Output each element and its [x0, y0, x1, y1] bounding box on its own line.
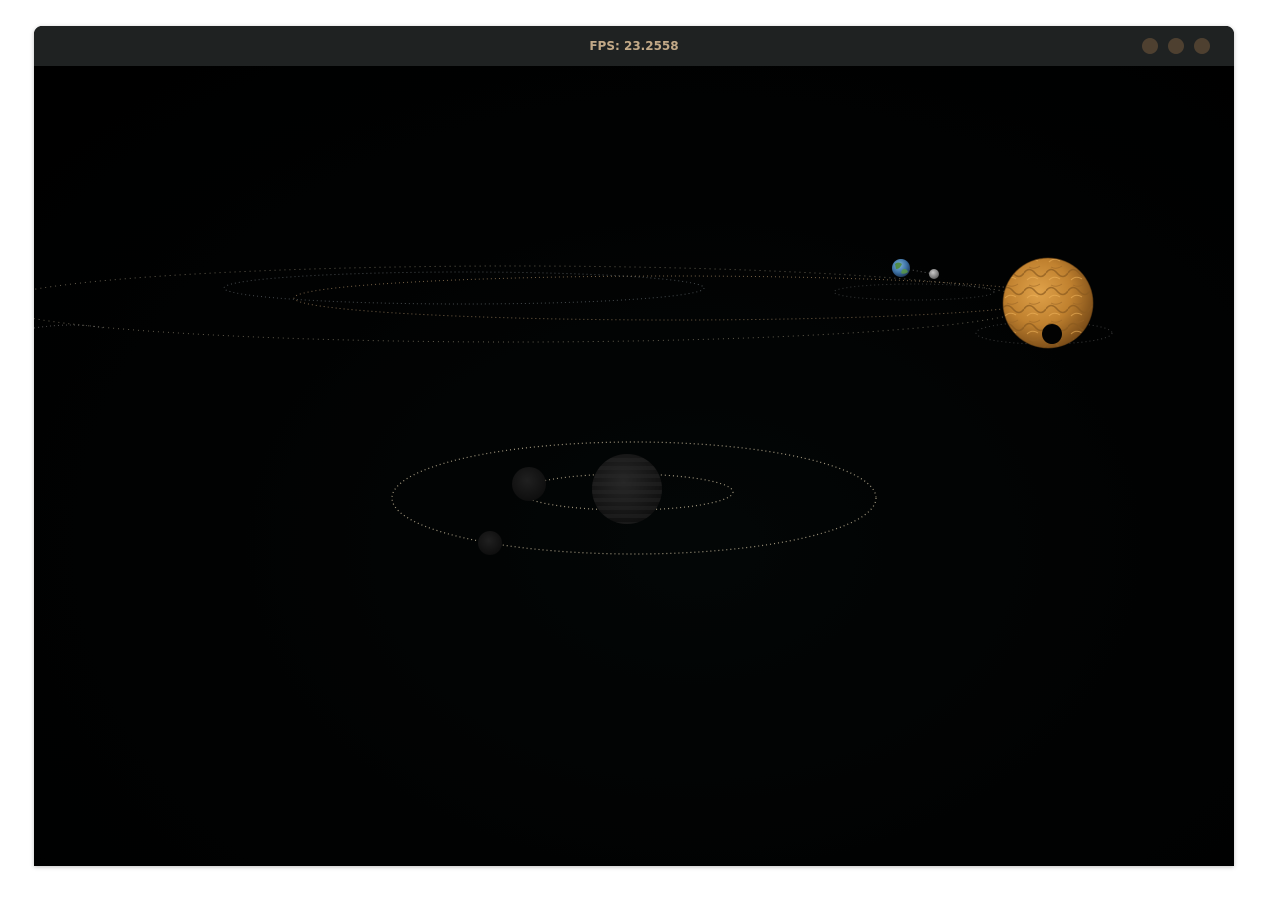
app-window: FPS: 23.2558 — [34, 26, 1234, 866]
minimize-button[interactable] — [1142, 38, 1158, 54]
maximize-button[interactable] — [1168, 38, 1184, 54]
orbit-sun-small — [833, 283, 995, 301]
close-button[interactable] — [1194, 38, 1210, 54]
earth-body[interactable] — [892, 259, 910, 277]
dark-planet-body[interactable] — [592, 454, 662, 524]
title-bar[interactable]: FPS: 23.2558 — [34, 26, 1234, 67]
3d-viewport[interactable] — [34, 66, 1234, 866]
orbit-far-2 — [293, 275, 1055, 321]
moon-body[interactable] — [929, 269, 939, 279]
dark-moon-inner-body[interactable] — [512, 467, 546, 501]
scene-canvas — [34, 257, 1113, 555]
orbit-far-1 — [34, 265, 1035, 343]
sun-moon-body[interactable] — [1042, 324, 1062, 344]
dark-moon-outer-body[interactable] — [478, 531, 502, 555]
orbit-far-3 — [223, 271, 705, 305]
window-title: FPS: 23.2558 — [589, 39, 679, 53]
